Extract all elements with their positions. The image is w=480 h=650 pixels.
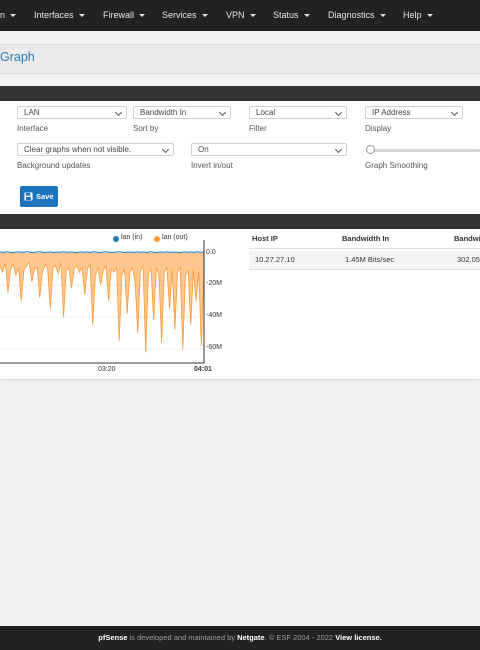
display-label: Display bbox=[365, 124, 392, 133]
x-tick-label: 04:01 bbox=[194, 366, 212, 373]
nav-label: Interfaces bbox=[34, 10, 74, 20]
caret-down-icon bbox=[201, 14, 208, 17]
x-tick-label: 03:20 bbox=[98, 366, 116, 373]
nav-menu-help[interactable]: Help bbox=[403, 0, 433, 31]
nav-menu-firewall[interactable]: Firewall bbox=[103, 0, 146, 31]
table-cell-bandwidth-out: 302.05 bbox=[457, 255, 480, 264]
chevron-down-icon bbox=[114, 108, 123, 117]
nav-menu-status[interactable]: Status bbox=[273, 0, 310, 31]
nav-label: n bbox=[0, 10, 6, 20]
nav-menu-vpn[interactable]: VPN bbox=[226, 0, 256, 31]
nav-menu-system[interactable]: n bbox=[0, 0, 17, 31]
footer-company: Netgate bbox=[237, 633, 265, 642]
nav-menu-interfaces[interactable]: Interfaces bbox=[34, 0, 85, 31]
nav-label: Services bbox=[162, 10, 197, 20]
filter-select-value: Local bbox=[256, 108, 276, 117]
nav-menu-diagnostics[interactable]: Diagnostics bbox=[328, 0, 386, 31]
caret-down-icon bbox=[10, 14, 17, 17]
sort-by-select[interactable]: Bandwidth In bbox=[133, 106, 231, 119]
caret-down-icon bbox=[78, 14, 85, 17]
footer-brand: pfSense bbox=[98, 633, 128, 642]
filter-select[interactable]: Local bbox=[249, 106, 347, 119]
y-tick-label: 0.0 bbox=[206, 249, 216, 256]
interface-select-value: LAN bbox=[24, 108, 40, 117]
table-cell-bandwidth-in: 1.45M Bits/sec bbox=[345, 255, 395, 264]
display-select-value: IP Address bbox=[372, 108, 411, 117]
footer-copyright: . © ESF 2004 - 2022 bbox=[264, 633, 336, 642]
nav-label: Diagnostics bbox=[328, 10, 375, 20]
series-lan-out bbox=[0, 253, 205, 353]
invert-select-value: On bbox=[198, 145, 209, 154]
caret-down-icon bbox=[139, 14, 146, 17]
title-panel: Graph bbox=[0, 44, 480, 74]
column-header-bandwidth-in[interactable]: Bandwidth In bbox=[342, 234, 389, 243]
settings-panel-heading bbox=[0, 86, 480, 101]
caret-down-icon bbox=[249, 14, 256, 17]
table-header-divider bbox=[249, 248, 480, 249]
sort-by-label: Sort by bbox=[133, 124, 159, 133]
chevron-down-icon bbox=[334, 108, 343, 117]
table-row-divider bbox=[249, 269, 480, 270]
background-updates-value: Clear graphs when not visible. bbox=[24, 145, 132, 154]
filter-label: Filter bbox=[249, 124, 267, 133]
invert-select[interactable]: On bbox=[191, 143, 347, 156]
caret-down-icon bbox=[379, 14, 386, 17]
graph-smoothing-handle[interactable] bbox=[366, 145, 375, 154]
view-license-link[interactable]: View license. bbox=[335, 633, 382, 642]
y-tick-label: -40M bbox=[206, 312, 222, 319]
nav-label: Help bbox=[403, 10, 422, 20]
graph-panel-heading bbox=[0, 214, 480, 229]
top-navbar: n Interfaces Firewall Services VPN Statu… bbox=[0, 0, 480, 31]
nav-label: Firewall bbox=[103, 10, 135, 20]
legend-lan-out-label[interactable]: lan (out) bbox=[162, 234, 188, 241]
chevron-down-icon bbox=[334, 145, 343, 154]
chevron-down-icon bbox=[161, 145, 170, 154]
graph-smoothing-slider[interactable] bbox=[366, 149, 480, 152]
series-lan-in bbox=[0, 251, 205, 254]
chevron-down-icon bbox=[450, 108, 459, 117]
sort-by-select-value: Bandwidth In bbox=[140, 108, 187, 117]
page-footer: pfSense is developed and maintained by N… bbox=[0, 626, 480, 650]
nav-label: Status bbox=[273, 10, 299, 20]
y-tick-label: -20M bbox=[206, 280, 222, 287]
caret-down-icon bbox=[303, 14, 310, 17]
chevron-down-icon bbox=[218, 108, 227, 117]
traffic-graph bbox=[0, 240, 205, 364]
display-select[interactable]: IP Address bbox=[365, 106, 463, 119]
table-cell-host-ip: 10.27.27.10 bbox=[255, 255, 295, 264]
legend-lan-in-label[interactable]: lan (in) bbox=[121, 234, 142, 241]
caret-down-icon bbox=[426, 14, 433, 17]
background-updates-select[interactable]: Clear graphs when not visible. bbox=[17, 143, 174, 156]
background-updates-label: Background updates bbox=[17, 161, 91, 170]
nav-menu-services[interactable]: Services bbox=[162, 0, 208, 31]
nav-label: VPN bbox=[226, 10, 245, 20]
footer-text: is developed and maintained by bbox=[127, 633, 238, 642]
legend-lan-out-dot[interactable] bbox=[154, 236, 160, 242]
save-icon bbox=[24, 192, 33, 201]
series-line-lan-in- bbox=[0, 251, 205, 254]
interface-label: Interface bbox=[17, 124, 49, 133]
save-button-label: Save bbox=[36, 192, 54, 201]
graph-smoothing-label: Graph Smoothing bbox=[365, 161, 428, 170]
column-header-host-ip[interactable]: Host IP bbox=[252, 234, 278, 243]
invert-label: Invert in/out bbox=[191, 161, 233, 170]
column-header-bandwidth-out[interactable]: Bandwi bbox=[454, 234, 480, 243]
save-button[interactable]: Save bbox=[20, 186, 58, 207]
interface-select[interactable]: LAN bbox=[17, 106, 127, 119]
y-tick-label: -60M bbox=[206, 344, 222, 351]
page-title[interactable]: Graph bbox=[0, 50, 35, 64]
legend-lan-in-dot[interactable] bbox=[113, 236, 119, 242]
